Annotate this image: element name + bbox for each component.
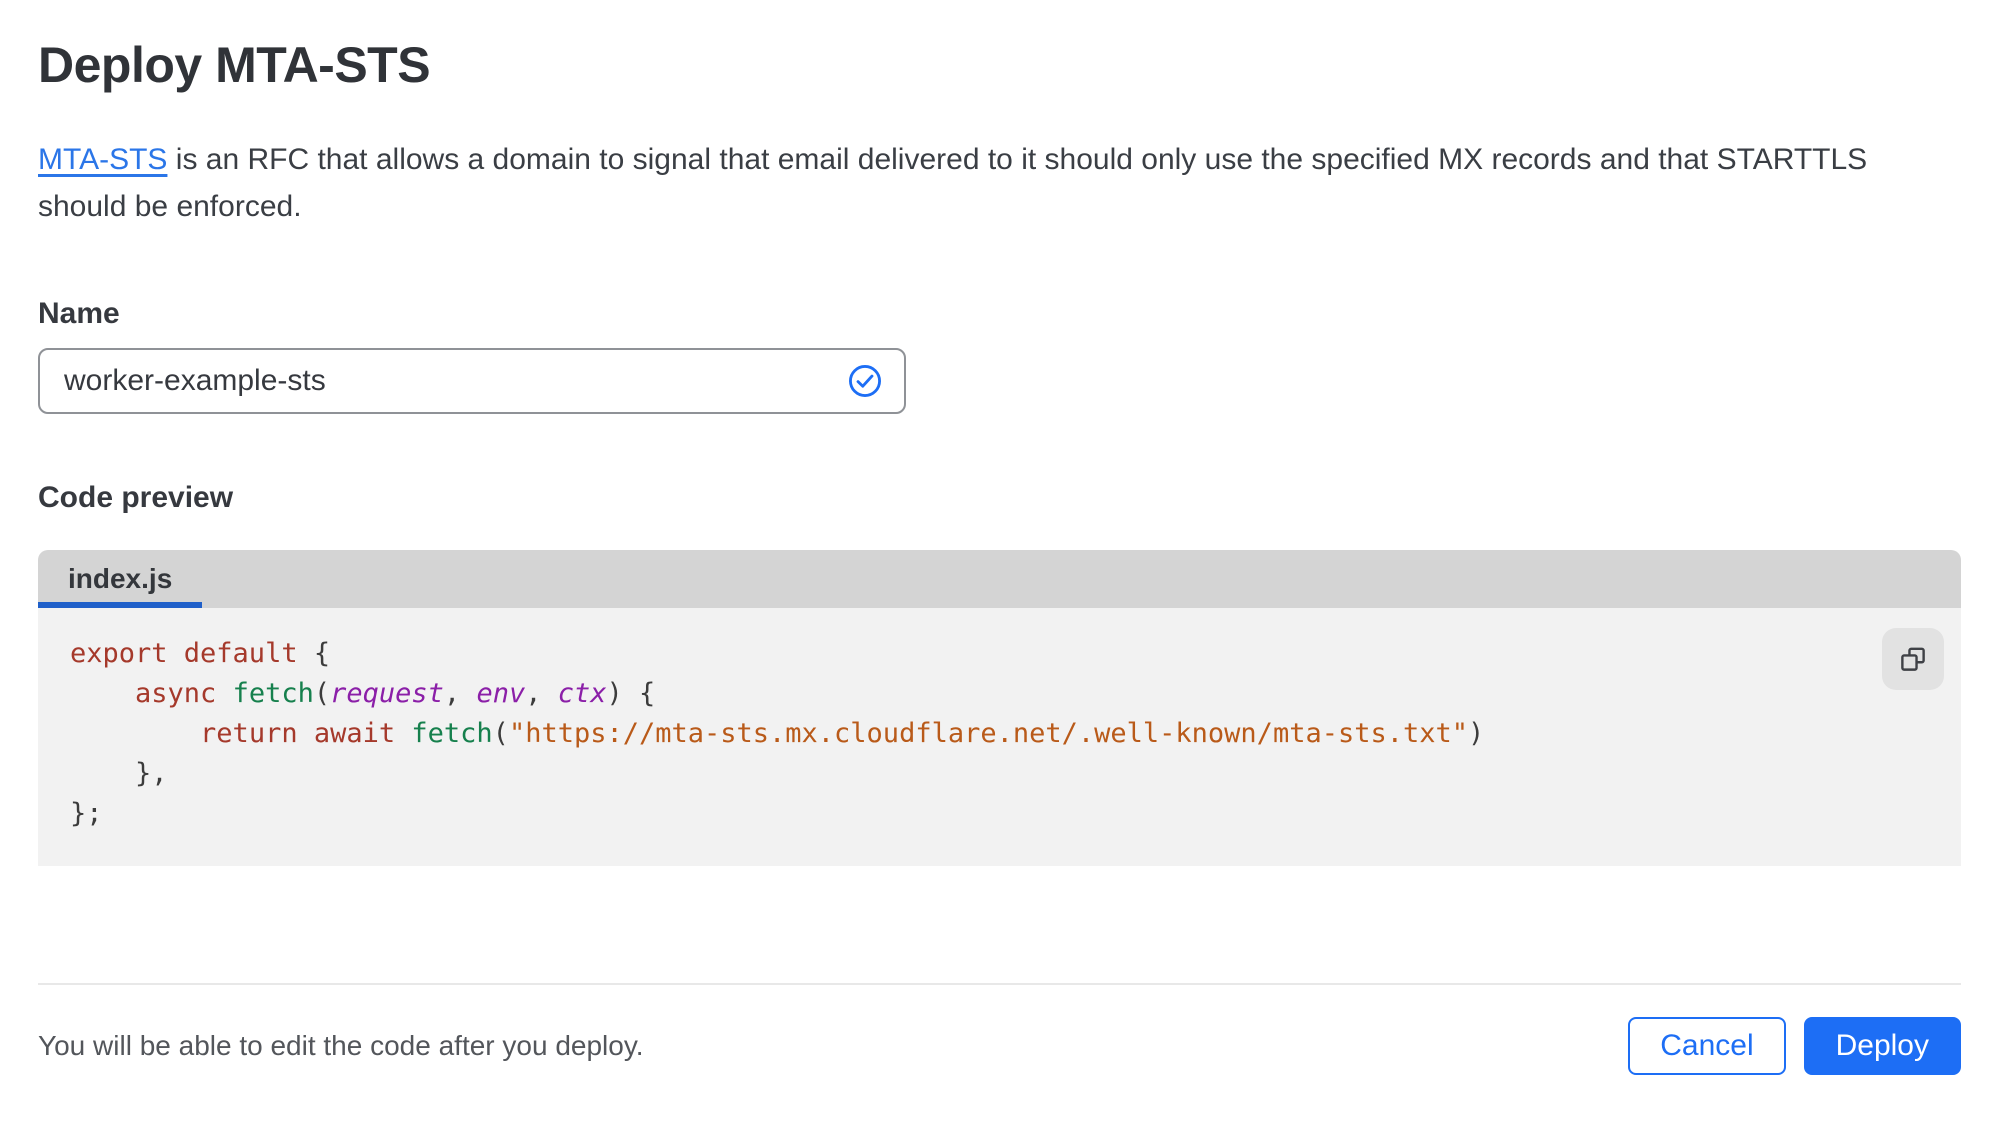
tab-label: index.js (68, 563, 173, 594)
mta-sts-link[interactable]: MTA-STS (38, 143, 167, 176)
check-circle-icon (846, 362, 884, 400)
code-line: async fetch(request, env, ctx) { (135, 678, 656, 709)
code-preview-block: index.js export default { async fetch(re… (38, 550, 1961, 866)
code-line: export default { (70, 638, 331, 669)
code-line: return await fetch("https://mta-sts.mx.c… (200, 718, 1485, 749)
code-preview-heading: Code preview (38, 481, 234, 514)
deploy-button[interactable]: Deploy (1803, 1017, 1961, 1075)
code-line: }; (70, 798, 103, 829)
footer-actions: Cancel Deploy (1628, 1017, 1961, 1075)
code-line: }, (135, 758, 168, 789)
code-preview-section: Code preview index.js export default { a… (38, 480, 1961, 866)
code-content: export default { async fetch(request, en… (38, 634, 1961, 834)
code-area: export default { async fetch(request, en… (38, 608, 1961, 866)
cancel-button[interactable]: Cancel (1628, 1017, 1786, 1075)
footer-note: You will be able to edit the code after … (38, 1030, 644, 1061)
name-label: Name (38, 297, 120, 330)
deploy-mta-sts-page: Deploy MTA-STS MTA-STS is an RFC that al… (0, 36, 1999, 1138)
page-title: Deploy MTA-STS (38, 37, 431, 93)
footer: You will be able to edit the code after … (38, 985, 1961, 1075)
name-input-wrap (38, 348, 906, 414)
intro-text: is an RFC that allows a domain to signal… (38, 143, 1868, 223)
name-field: Name (38, 296, 1961, 414)
copy-code-button[interactable] (1882, 628, 1944, 690)
code-tab-bar: index.js (38, 550, 1961, 608)
intro-paragraph: MTA-STS is an RFC that allows a domain t… (38, 136, 1948, 230)
copy-icon (1896, 642, 1930, 676)
tab-index-js[interactable]: index.js (38, 550, 203, 608)
name-input[interactable] (38, 348, 906, 414)
